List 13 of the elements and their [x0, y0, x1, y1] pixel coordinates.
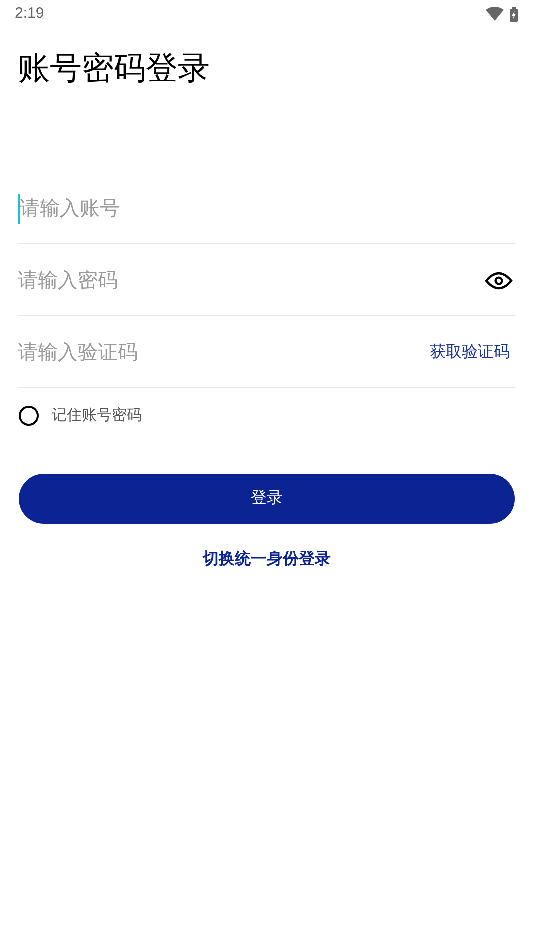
page-title: 账号密码登录	[18, 49, 211, 88]
remember-label: 记住账号密码	[52, 406, 142, 426]
status-time: 2:19	[15, 4, 44, 24]
input-field[interactable]: 请输入验证码	[18, 338, 430, 368]
get-code-button[interactable]: 获取验证码	[430, 340, 510, 364]
battery-icon	[510, 6, 518, 22]
input-field[interactable]: 请输入密码	[18, 266, 485, 296]
eye-icon[interactable]	[485, 270, 513, 290]
input-field[interactable]: 请输入账号	[18, 194, 516, 224]
switch-login-link[interactable]: 切换统一身份登录	[203, 548, 331, 572]
login-button[interactable]: 登录	[19, 474, 515, 524]
remember-checkbox[interactable]	[19, 406, 39, 426]
wifi-icon	[486, 7, 504, 21]
